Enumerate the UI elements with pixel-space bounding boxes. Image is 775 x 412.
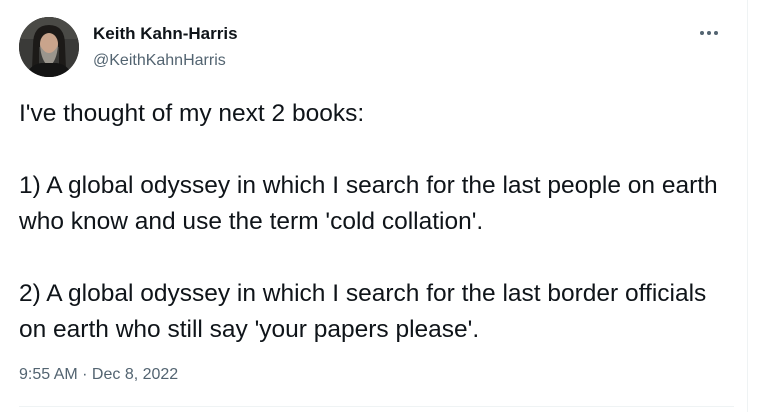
- bottom-divider: [19, 406, 734, 407]
- avatar[interactable]: [19, 17, 79, 77]
- author-handle[interactable]: @KeithKahnHarris: [93, 51, 238, 71]
- tweet-line-book-2: 2) A global odyssey in which I search fo…: [19, 280, 714, 343]
- more-horizontal-icon: [700, 31, 718, 35]
- author-display-name[interactable]: Keith Kahn-Harris: [93, 24, 238, 44]
- tweet-timestamp[interactable]: 9:55 AM · Dec 8, 2022: [19, 366, 178, 384]
- tweet-line-book-1: 1) A global odyssey in which I search fo…: [19, 172, 725, 235]
- more-options-button[interactable]: [695, 21, 723, 45]
- tweet-text: I've thought of my next 2 books: 1) A gl…: [19, 96, 734, 348]
- tweet-card: Keith Kahn-Harris @KeithKahnHarris I've …: [0, 0, 775, 412]
- author-info: Keith Kahn-Harris @KeithKahnHarris: [93, 24, 238, 71]
- profile-photo-icon: [19, 17, 79, 77]
- column-divider: [747, 0, 748, 412]
- tweet-line-intro: I've thought of my next 2 books:: [19, 100, 365, 127]
